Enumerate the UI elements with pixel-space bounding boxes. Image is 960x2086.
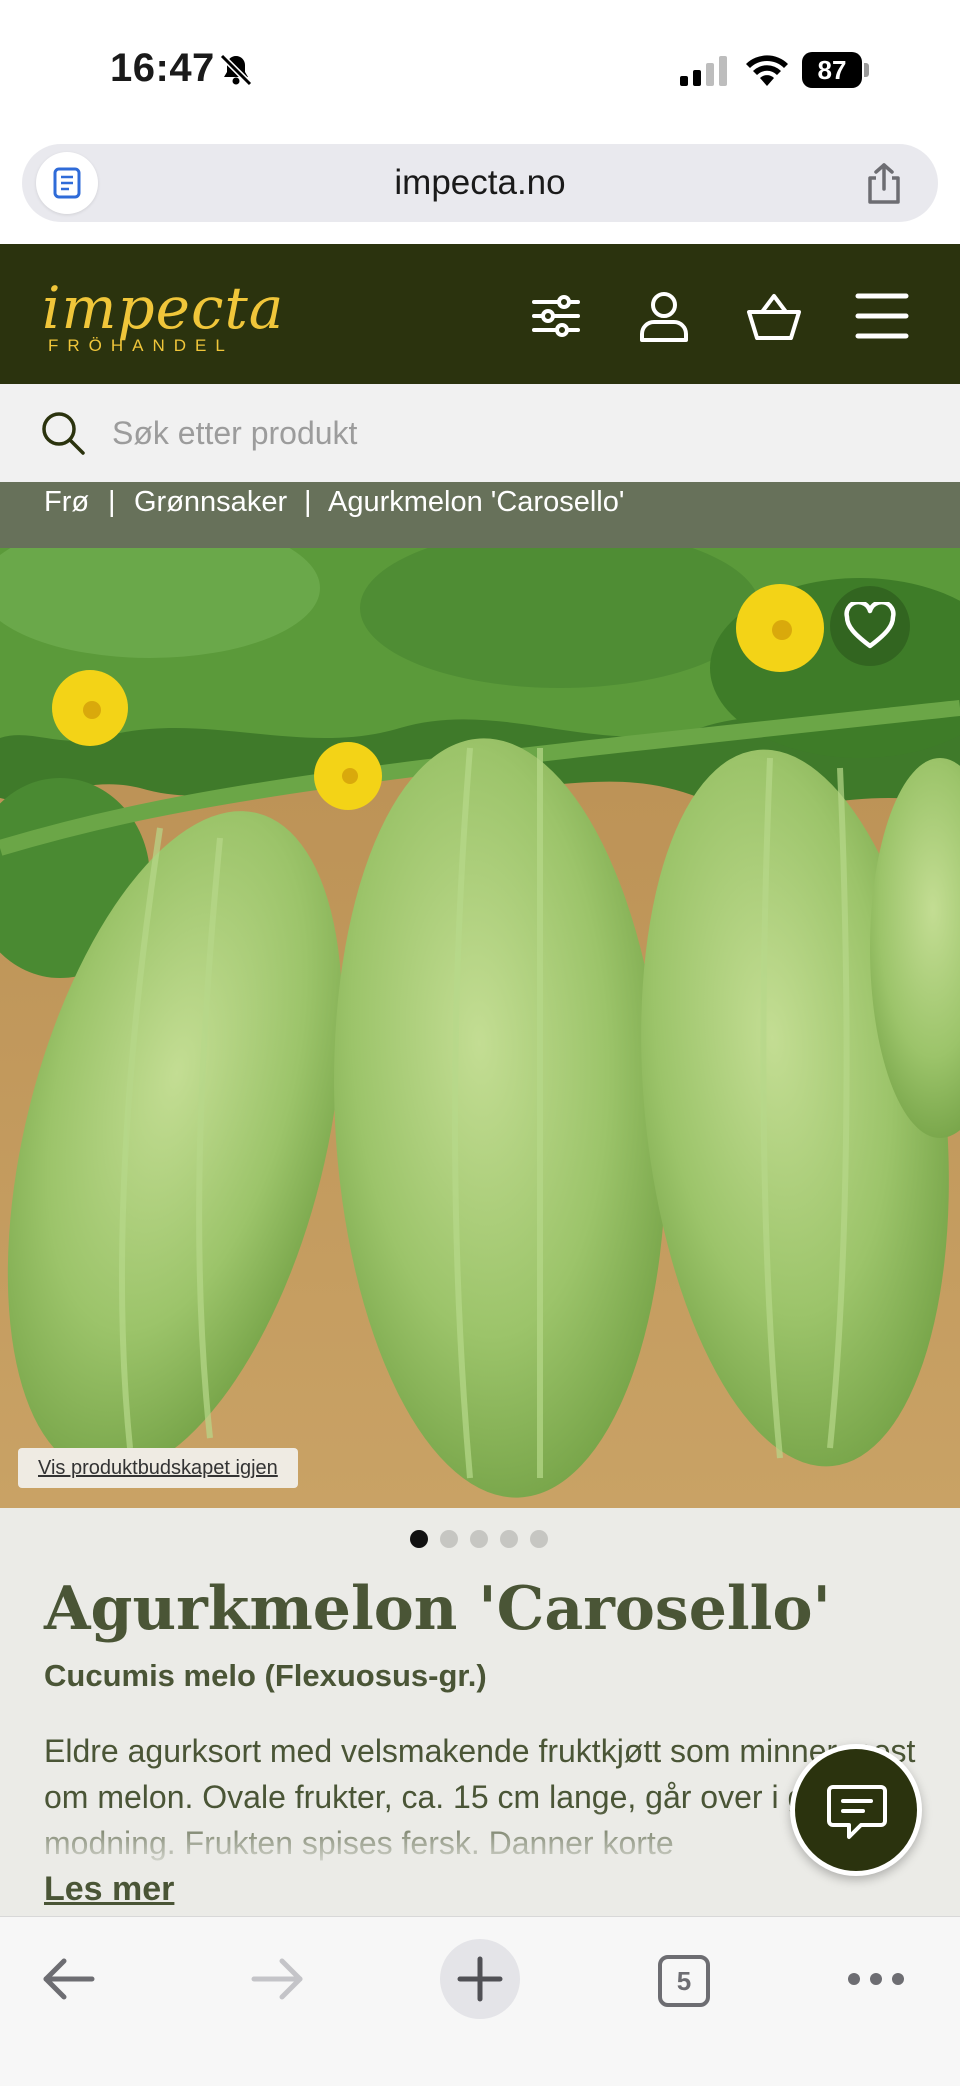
impecta-logo[interactable]: impecta FRÖHANDEL [42, 274, 283, 364]
product-search-bar [0, 384, 960, 482]
hamburger-menu-icon[interactable] [854, 288, 910, 344]
bell-muted-icon [219, 53, 253, 87]
search-icon[interactable] [40, 410, 86, 456]
breadcrumb-separator: | [304, 486, 312, 518]
carousel-dot-3[interactable] [470, 1530, 488, 1548]
tabs-button[interactable]: 5 [658, 1955, 710, 2007]
carousel-dot-4[interactable] [500, 1530, 518, 1548]
breadcrumb-item-current: Agurkmelon 'Carosello' [328, 486, 625, 518]
breadcrumb: Frø | Grønnsaker | Agurkmelon 'Carosello… [0, 482, 960, 548]
show-seed-packet-link[interactable]: Vis produktbudskapet igjen [18, 1448, 298, 1488]
reader-mode-button[interactable] [36, 152, 98, 214]
latin-name: Cucumis melo (Flexuosus-gr.) [44, 1658, 487, 1693]
battery-tip [864, 63, 869, 77]
document-icon [53, 167, 81, 199]
url-text[interactable]: impecta.no [22, 144, 938, 222]
carousel-dot-5[interactable] [530, 1530, 548, 1548]
battery-indicator: 87 [802, 52, 872, 88]
breadcrumb-separator: | [108, 486, 116, 518]
address-bar[interactable]: impecta.no [22, 144, 938, 222]
plus-icon [457, 1956, 503, 2002]
logo-subtitle: FRÖHANDEL [48, 336, 234, 355]
carousel-dot-1[interactable] [410, 1530, 428, 1548]
chat-bubble-icon [827, 1785, 887, 1839]
forward-arrow-icon[interactable] [236, 1939, 316, 2019]
search-input[interactable] [112, 406, 912, 460]
cellular-signal-icon [680, 56, 727, 86]
favorite-button[interactable] [830, 586, 910, 666]
battery-level: 87 [802, 52, 862, 88]
browser-toolbar: 5 [0, 1916, 960, 2086]
breadcrumb-item-gronnsaker[interactable]: Grønnsaker [134, 486, 287, 519]
more-options-icon[interactable] [836, 1939, 916, 2019]
back-arrow-icon[interactable] [30, 1939, 110, 2019]
status-time: 16:47 [110, 46, 215, 90]
status-bar: 16:47 87 [0, 0, 960, 140]
user-account-icon[interactable] [636, 288, 692, 344]
breadcrumb-item-fro[interactable]: Frø [44, 486, 89, 519]
share-icon[interactable] [864, 162, 904, 206]
site-header: impecta FRÖHANDEL [0, 244, 960, 384]
filter-icon[interactable] [528, 288, 584, 344]
carousel-dots [410, 1530, 570, 1550]
product-title: Agurkmelon 'Carosello' [44, 1574, 831, 1644]
carousel-dot-2[interactable] [440, 1530, 458, 1548]
new-tab-button[interactable] [440, 1939, 520, 2019]
read-more-link[interactable]: Les mer [44, 1870, 174, 1909]
heart-icon [844, 602, 896, 649]
wifi-icon [746, 55, 788, 86]
chat-button[interactable] [790, 1744, 922, 1876]
product-image-carousel[interactable]: Vis produktbudskapet igjen [0, 548, 960, 1508]
product-photo [0, 548, 960, 1508]
basket-icon[interactable] [746, 288, 802, 344]
logo-wordmark: impecta [42, 274, 285, 342]
